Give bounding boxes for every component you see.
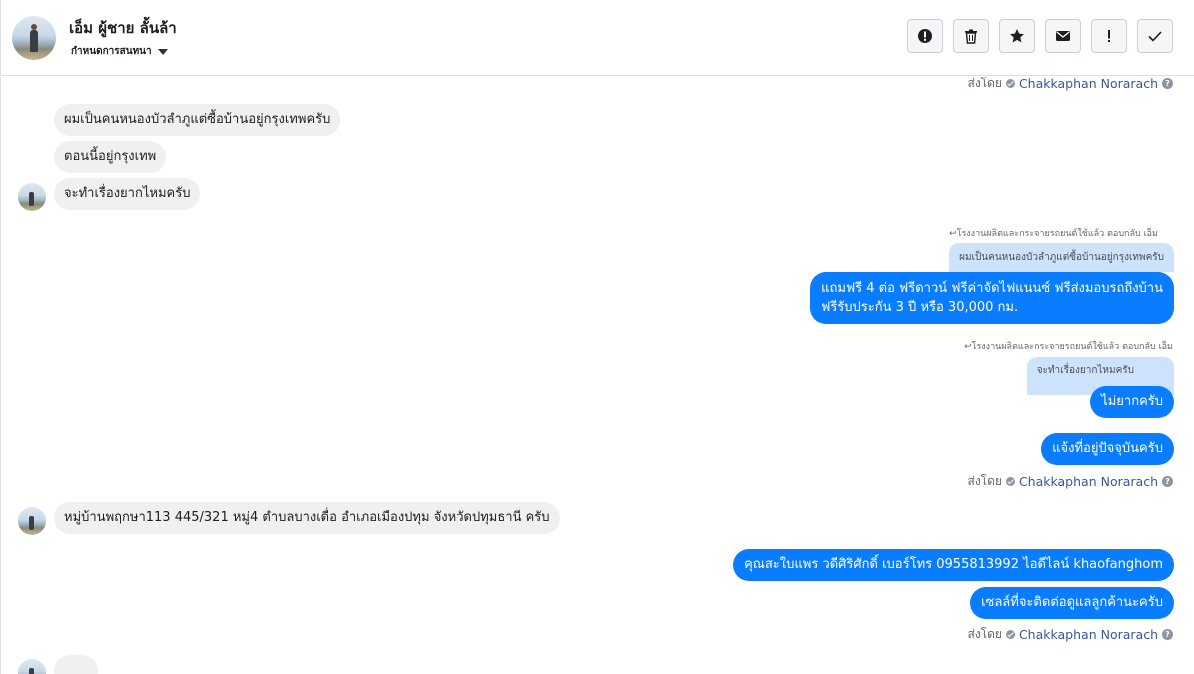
- contact-avatar-small[interactable]: [18, 659, 46, 674]
- report-icon: [918, 29, 932, 43]
- sender-name-link[interactable]: Chakkaphan Norarach: [1019, 77, 1158, 91]
- outgoing-message[interactable]: เซลล์ที่จะติดต่อดูแลลูกค้านะครับ: [970, 587, 1174, 619]
- sender-name-link[interactable]: Chakkaphan Norarach: [1019, 474, 1158, 489]
- message-thread[interactable]: ส่งโดย Chakkaphan Norarach ? ผมเป็นคนหนอ…: [0, 77, 1194, 674]
- outgoing-message[interactable]: คุณสะใบแพร วดีศิริศักดิ์ เบอร์โทร 095581…: [733, 549, 1174, 581]
- reply-context-label: ↩โรงงานผลิตและกระจายรถยนต์ใช้แล้ว ตอบกลั…: [964, 342, 1173, 352]
- outgoing-message[interactable]: แถมฟรี 4 ต่อ ฟรีดาวน์ ฟรีค่าจัดไฟแนนซ์ ฟ…: [810, 272, 1174, 324]
- mark-done-button[interactable]: [1137, 19, 1173, 53]
- delete-button[interactable]: [953, 19, 989, 53]
- star-icon: [1010, 29, 1024, 43]
- contact-avatar[interactable]: [12, 16, 56, 60]
- mail-icon: [1056, 31, 1070, 41]
- help-icon[interactable]: ?: [1162, 78, 1173, 89]
- verified-icon: [1005, 477, 1015, 486]
- sender-name-link[interactable]: Chakkaphan Norarach: [1019, 627, 1158, 642]
- conversation-status-dropdown[interactable]: กำหนดการสนทนา: [71, 44, 168, 59]
- incoming-message[interactable]: จะทำเรื่องยากไหมครับ: [54, 178, 201, 210]
- sent-by-prefix: ส่งโดย: [967, 77, 1002, 90]
- help-icon[interactable]: ?: [1162, 476, 1173, 487]
- verified-icon: [1005, 79, 1015, 88]
- check-icon: [1148, 31, 1162, 42]
- outgoing-message[interactable]: ไม่ยากครับ: [1090, 386, 1174, 418]
- incoming-message[interactable]: ตอนนี้อยู่กรุงเทพ: [54, 141, 167, 173]
- report-spam-button[interactable]: [907, 19, 943, 53]
- reply-context-label: ↩โรงงานผลิตและกระจายรถยนต์ใช้แล้ว ตอบกลั…: [949, 229, 1158, 239]
- mark-unread-button[interactable]: [1045, 19, 1081, 53]
- sent-by-prefix: ส่งโดย: [967, 627, 1002, 641]
- verified-icon: [1005, 630, 1015, 639]
- trash-icon: [965, 29, 977, 44]
- sent-by-prefix: ส่งโดย: [967, 474, 1002, 488]
- sent-by-line: ส่งโดย Chakkaphan Norarach ?: [967, 77, 1173, 93]
- quoted-message[interactable]: ผมเป็นคนหนองบัวลำภูแต่ซื้อบ้านอยู่กรุงเท…: [949, 243, 1174, 272]
- mark-important-button[interactable]: [1091, 19, 1127, 53]
- contact-name[interactable]: เอ็ม ผู้ชาย ลั้นล้า: [69, 16, 177, 40]
- exclamation-icon: [1108, 30, 1110, 42]
- sent-by-line: ส่งโดย Chakkaphan Norarach ?: [967, 472, 1173, 491]
- outgoing-message[interactable]: แจ้งที่อยู่ปัจจุบันครับ: [1041, 433, 1174, 465]
- star-button[interactable]: [999, 19, 1035, 53]
- outgoing-message-line: ฟรีรับประกัน 3 ปี หรือ 30,000 กม.: [821, 300, 1019, 315]
- incoming-message[interactable]: หมู่บ้านพฤกษา113 445/321 หมู่4 ตำบลบางเด…: [54, 502, 560, 534]
- conversation-status-label: กำหนดการสนทนา: [71, 46, 152, 57]
- outgoing-message-line: แถมฟรี 4 ต่อ ฟรีดาวน์ ฟรีค่าจัดไฟแนนซ์ ฟ…: [821, 281, 1163, 296]
- conversation-toolbar: [907, 19, 1173, 53]
- sent-by-line: ส่งโดย Chakkaphan Norarach ?: [967, 625, 1173, 644]
- contact-avatar-small[interactable]: [18, 507, 46, 535]
- incoming-message[interactable]: ผมเป็นคนหนองบัวลำภูแต่ซื้อบ้านอยู่กรุงเท…: [54, 104, 341, 136]
- contact-avatar-small[interactable]: [18, 183, 46, 211]
- help-icon[interactable]: ?: [1162, 629, 1173, 640]
- incoming-message-partial[interactable]: [54, 655, 98, 674]
- conversation-header: เอ็ม ผู้ชาย ลั้นล้า กำหนดการสนทนา: [0, 0, 1194, 76]
- chevron-down-icon: [157, 49, 168, 55]
